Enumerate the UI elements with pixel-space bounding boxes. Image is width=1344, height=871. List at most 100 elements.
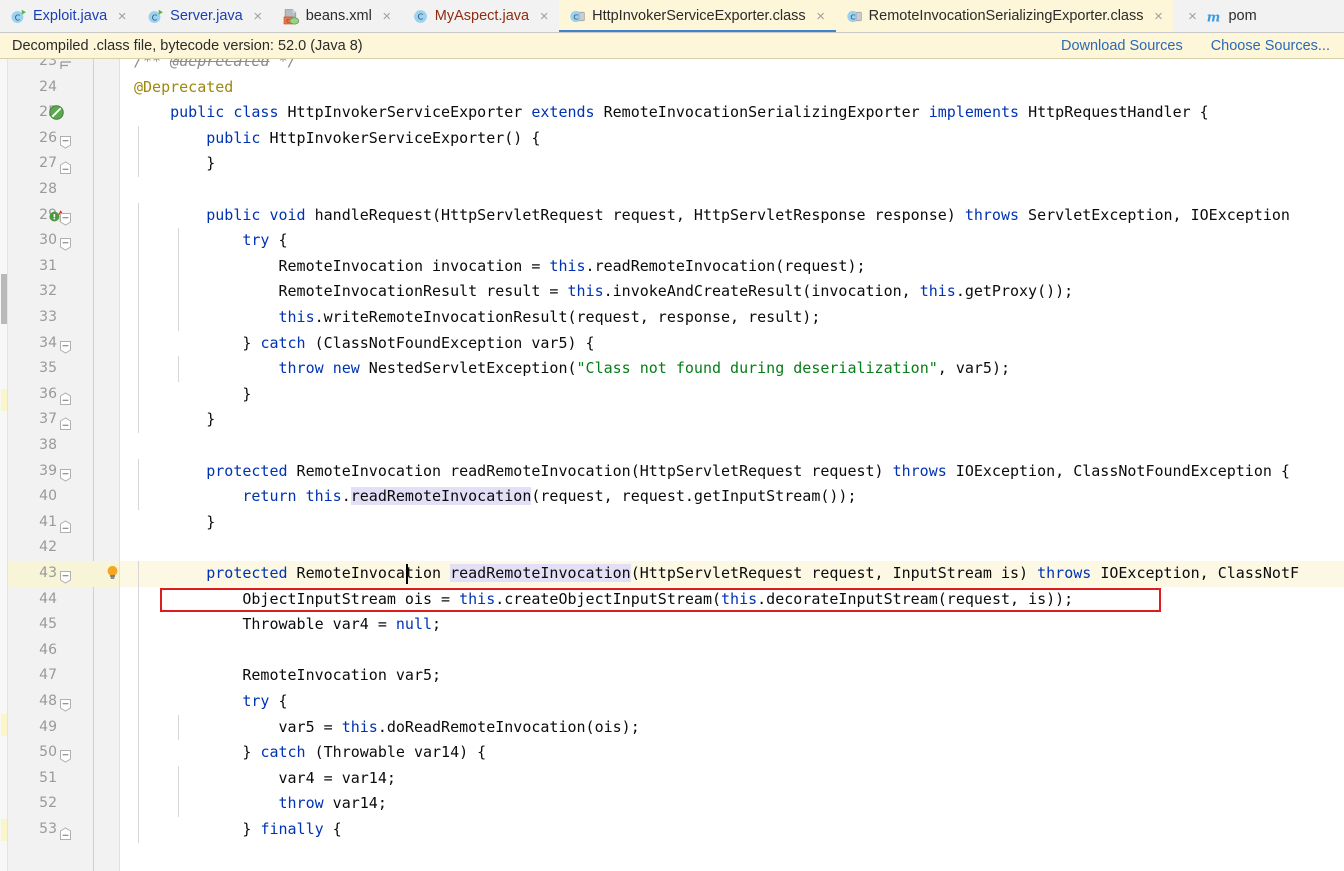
editor-tab-beans-xml[interactable]: c beans.xml × xyxy=(272,0,402,32)
fold-marker-open[interactable] xyxy=(60,459,82,485)
code-line[interactable]: public class HttpInvokerServiceExporter … xyxy=(134,100,1209,126)
line-number: 35 xyxy=(39,360,57,377)
code-line[interactable]: RemoteInvocation var5; xyxy=(134,663,441,689)
code-line[interactable]: } finally { xyxy=(134,817,341,843)
deprecated-marker-icon[interactable] xyxy=(48,104,66,122)
gutter-row[interactable]: 23 xyxy=(8,59,119,75)
editor-left-scrollbar[interactable] xyxy=(0,59,8,871)
fold-marker-end[interactable] xyxy=(60,407,82,433)
close-icon[interactable]: × xyxy=(380,0,394,32)
code-line[interactable]: protected RemoteInvocation readRemoteInv… xyxy=(134,561,1299,587)
gutter-row[interactable]: 32 xyxy=(8,279,119,305)
fold-marker-open[interactable] xyxy=(60,689,82,715)
gutter-row[interactable]: 46 xyxy=(8,638,119,664)
code-line[interactable]: this.writeRemoteInvocationResult(request… xyxy=(134,305,821,331)
gutter-row[interactable]: 28 xyxy=(8,177,119,203)
code-line[interactable]: var5 = this.doReadRemoteInvocation(ois); xyxy=(134,715,639,741)
code-line[interactable]: } xyxy=(134,407,215,433)
code-line[interactable]: } xyxy=(134,382,251,408)
code-line[interactable]: ObjectInputStream ois = this.createObjec… xyxy=(134,587,1073,613)
code-line[interactable]: throw new NestedServletException("Class … xyxy=(134,356,1011,382)
gutter-row[interactable]: 52 xyxy=(8,791,119,817)
code-line[interactable]: /** @deprecated */ xyxy=(134,59,297,75)
gutter-row[interactable]: 47 xyxy=(8,663,119,689)
fold-marker-open[interactable] xyxy=(60,740,82,766)
fold-marker-open[interactable] xyxy=(60,228,82,254)
close-icon[interactable]: × xyxy=(1151,0,1165,32)
code-line[interactable]: RemoteInvocation invocation = this.readR… xyxy=(134,254,865,280)
editor-tab-server-java[interactable]: C Server.java × xyxy=(137,0,273,32)
gutter-row[interactable]: 33 xyxy=(8,305,119,331)
fold-marker-open[interactable] xyxy=(60,561,82,587)
editor-tab-exploit-java[interactable]: C Exploit.java × xyxy=(0,0,138,32)
editor-tab-remoteinvocationserializingexporter-class[interactable]: C RemoteInvocationSerializingExporter.cla… xyxy=(835,0,1174,32)
intention-bulb-icon[interactable] xyxy=(104,564,124,584)
line-number: 28 xyxy=(39,181,57,197)
close-icon[interactable]: × xyxy=(814,0,828,32)
choose-sources-link[interactable]: Choose Sources... xyxy=(1211,38,1330,54)
fold-marker-open[interactable] xyxy=(60,203,82,229)
gutter-row[interactable]: 27 xyxy=(8,151,119,177)
gutter-row[interactable]: 30 xyxy=(8,228,119,254)
code-line[interactable]: } xyxy=(134,151,215,177)
code-line[interactable]: try { xyxy=(134,689,287,715)
svg-text:C: C xyxy=(850,13,855,22)
close-icon[interactable]: × xyxy=(1185,0,1199,32)
download-sources-link[interactable]: Download Sources xyxy=(1061,38,1183,54)
gutter-row[interactable]: 31 xyxy=(8,254,119,280)
code-line[interactable]: public HttpInvokerServiceExporter() { xyxy=(134,126,540,152)
gutter-row[interactable]: 45 xyxy=(8,612,119,638)
line-number: 23 xyxy=(39,59,57,69)
gutter-row[interactable]: 26 xyxy=(8,126,119,152)
text-caret xyxy=(406,564,408,584)
gutter-row[interactable]: 37 xyxy=(8,407,119,433)
code-line[interactable]: public void handleRequest(HttpServletReq… xyxy=(134,203,1290,229)
gutter-row[interactable]: 42 xyxy=(8,535,119,561)
editor-tab-httpinvokerserviceexporter-class[interactable]: C HttpInvokerServiceExporter.class × xyxy=(559,0,836,32)
code-line[interactable]: } xyxy=(134,510,215,536)
scrollbar-thumb[interactable] xyxy=(1,274,7,324)
gutter-row[interactable]: 44 xyxy=(8,587,119,613)
gutter-row[interactable]: 36 xyxy=(8,382,119,408)
fold-marker-end[interactable] xyxy=(60,817,82,843)
close-icon[interactable]: × xyxy=(251,0,265,32)
gutter-row[interactable]: 51 xyxy=(8,766,119,792)
gutter-row[interactable]: 49 xyxy=(8,715,119,741)
fold-marker-end[interactable] xyxy=(60,151,82,177)
line-number-gutter[interactable]: 23 24 25 26 27 28 29 30 31 32 33 34 35 36 37 38 39 40 41 42… xyxy=(8,59,120,871)
code-line[interactable]: try { xyxy=(134,228,287,254)
gutter-row[interactable]: 40 xyxy=(8,484,119,510)
code-line[interactable]: protected RemoteInvocation readRemoteInv… xyxy=(134,459,1290,485)
code-line[interactable]: throw var14; xyxy=(134,791,387,817)
gutter-row[interactable]: 24 xyxy=(8,75,119,101)
gutter-row[interactable]: 29 xyxy=(8,203,119,229)
gutter-row[interactable]: 35 xyxy=(8,356,119,382)
close-icon[interactable]: × xyxy=(537,0,551,32)
fold-marker-open[interactable] xyxy=(60,126,82,152)
code-line[interactable]: Throwable var4 = null; xyxy=(134,612,441,638)
editor-tab-myaspect-java[interactable]: C MyAspect.java × xyxy=(401,0,560,32)
fold-marker-end[interactable] xyxy=(60,510,82,536)
code-line[interactable]: RemoteInvocationResult result = this.inv… xyxy=(134,279,1073,305)
code-line[interactable]: var4 = var14; xyxy=(134,766,395,792)
fold-marker-end[interactable] xyxy=(60,382,82,408)
gutter-row[interactable]: 48 xyxy=(8,689,119,715)
code-content-area[interactable]: /** @deprecated */@Deprecated public cla… xyxy=(120,59,1344,871)
fold-marker-open[interactable] xyxy=(60,331,82,357)
editor-tab-pom[interactable]: × m pom xyxy=(1173,0,1265,32)
gutter-row[interactable]: 53 xyxy=(8,817,119,843)
code-editor[interactable]: 23 24 25 26 27 28 29 30 31 32 33 34 35 36 37 38 39 40 41 42… xyxy=(0,59,1344,871)
gutter-row[interactable]: 38 xyxy=(8,433,119,459)
code-line[interactable]: @Deprecated xyxy=(134,75,233,101)
close-icon[interactable]: × xyxy=(115,0,129,32)
fold-marker-start-doc[interactable] xyxy=(60,59,82,75)
gutter-row[interactable]: 50 xyxy=(8,740,119,766)
code-line[interactable]: } catch (ClassNotFoundException var5) { xyxy=(134,331,594,357)
gutter-row[interactable]: 34 xyxy=(8,331,119,357)
gutter-row[interactable]: 39 xyxy=(8,459,119,485)
code-line[interactable]: return this.readRemoteInvocation(request… xyxy=(134,484,856,510)
gutter-row[interactable]: 43 xyxy=(8,561,119,587)
code-line[interactable]: } catch (Throwable var14) { xyxy=(134,740,486,766)
gutter-row[interactable]: 41 xyxy=(8,510,119,536)
gutter-row[interactable]: 25 xyxy=(8,100,119,126)
